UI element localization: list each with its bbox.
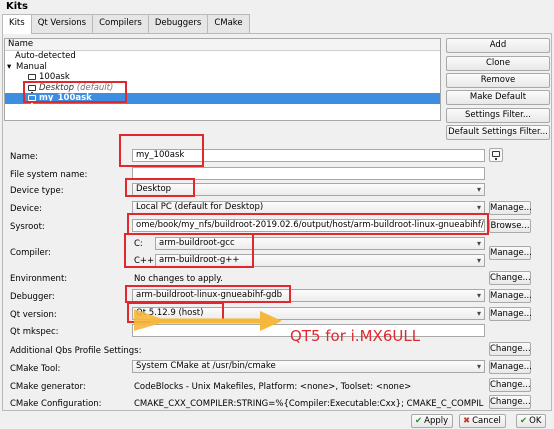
tree-group-manual[interactable]: ▾ Manual bbox=[5, 62, 440, 73]
tab-debuggers[interactable]: Debuggers bbox=[147, 14, 209, 33]
tab-bar: Kits Qt Versions Compilers Debuggers CMa… bbox=[2, 14, 250, 34]
environment-change-button[interactable]: Change... bbox=[489, 271, 531, 285]
device-label: Device: bbox=[10, 204, 42, 214]
auto-detected-label: Auto-detected bbox=[15, 51, 76, 61]
compiler-label: Compiler: bbox=[10, 248, 51, 258]
apply-button[interactable]: ✔ Apply bbox=[411, 414, 454, 428]
name-label: Name: bbox=[10, 152, 38, 162]
tab-kits[interactable]: Kits bbox=[2, 14, 32, 34]
cancel-button[interactable]: ✖ Cancel bbox=[459, 414, 506, 428]
highlight-box-compiler bbox=[124, 233, 254, 268]
window-title: Kits bbox=[6, 1, 28, 12]
highlight-box-name bbox=[119, 134, 204, 167]
sysroot-label: Sysroot: bbox=[10, 222, 45, 232]
cmake-configuration-value: CMAKE_CXX_COMPILER:STRING=%{Compiler:Exe… bbox=[134, 399, 484, 409]
tree-header-name: Name bbox=[5, 39, 440, 51]
qbs-change-button[interactable]: Change... bbox=[489, 342, 531, 356]
cmake-tool-manage-button[interactable]: Manage... bbox=[489, 360, 532, 374]
cmake-tool-select[interactable]: System CMake at /usr/bin/cmake bbox=[132, 360, 485, 373]
debugger-manage-button[interactable]: Manage... bbox=[489, 289, 532, 303]
tab-qt-versions[interactable]: Qt Versions bbox=[30, 14, 94, 33]
monitor-icon bbox=[492, 151, 500, 160]
cmake-tool-label: CMake Tool: bbox=[10, 364, 61, 374]
manual-label: Manual bbox=[16, 61, 47, 72]
cmake-configuration-label: CMake Configuration: bbox=[10, 399, 102, 409]
apply-label: Apply bbox=[424, 416, 449, 426]
compiler-manage-button[interactable]: Manage... bbox=[489, 246, 532, 260]
screen-icon-button[interactable] bbox=[489, 148, 503, 162]
annotation-arrow bbox=[134, 309, 282, 331]
remove-button[interactable]: Remove bbox=[446, 73, 550, 88]
settings-filter-button[interactable]: Settings Filter... bbox=[446, 108, 550, 123]
ok-button[interactable]: ✔ OK bbox=[516, 414, 547, 428]
device-type-label: Device type: bbox=[10, 186, 64, 196]
highlight-box-tree bbox=[23, 81, 127, 103]
add-button[interactable]: Add bbox=[446, 38, 550, 53]
cmake-configuration-change-button[interactable]: Change... bbox=[489, 395, 531, 409]
cmake-generator-change-button[interactable]: Change... bbox=[489, 378, 531, 392]
make-default-button[interactable]: Make Default bbox=[446, 90, 550, 105]
qt-mkspec-label: Qt mkspec: bbox=[10, 327, 59, 337]
highlight-box-debugger bbox=[125, 285, 291, 303]
qt-version-label: Qt version: bbox=[10, 310, 57, 320]
clone-button[interactable]: Clone bbox=[446, 56, 550, 71]
device-manage-button[interactable]: Manage... bbox=[489, 201, 532, 215]
check-icon: ✔ bbox=[520, 416, 528, 426]
ok-label: OK bbox=[529, 416, 542, 426]
tab-cmake[interactable]: CMake bbox=[207, 14, 250, 33]
environment-value: No changes to apply. bbox=[134, 274, 223, 284]
tree-group-auto-detected[interactable]: Auto-detected bbox=[5, 51, 440, 62]
check-icon: ✔ bbox=[415, 416, 423, 426]
cmake-generator-value: CodeBlocks - Unix Makefiles, Platform: <… bbox=[134, 382, 412, 392]
annotation-text: QT5 for i.MX6ULL bbox=[290, 327, 421, 345]
qt-version-manage-button[interactable]: Manage... bbox=[489, 307, 532, 321]
cross-icon: ✖ bbox=[463, 416, 471, 426]
qbs-settings-label: Additional Qbs Profile Settings: bbox=[10, 346, 142, 356]
monitor-icon bbox=[28, 74, 36, 83]
file-system-name-label: File system name: bbox=[10, 170, 88, 180]
highlight-box-sysroot bbox=[127, 213, 489, 235]
kit-tree[interactable]: Name Auto-detected ▾ Manual 100ask Deskto… bbox=[4, 38, 441, 121]
cancel-label: Cancel bbox=[472, 416, 501, 426]
default-settings-filter-button[interactable]: Default Settings Filter... bbox=[446, 125, 550, 140]
sysroot-browse-button[interactable]: Browse... bbox=[489, 219, 531, 233]
cmake-generator-label: CMake generator: bbox=[10, 382, 86, 392]
debugger-label: Debugger: bbox=[10, 292, 55, 302]
expand-arrow-icon[interactable]: ▾ bbox=[7, 62, 16, 73]
environment-label: Environment: bbox=[10, 274, 68, 284]
highlight-box-device-type bbox=[125, 178, 195, 197]
tab-compilers[interactable]: Compilers bbox=[92, 14, 149, 33]
